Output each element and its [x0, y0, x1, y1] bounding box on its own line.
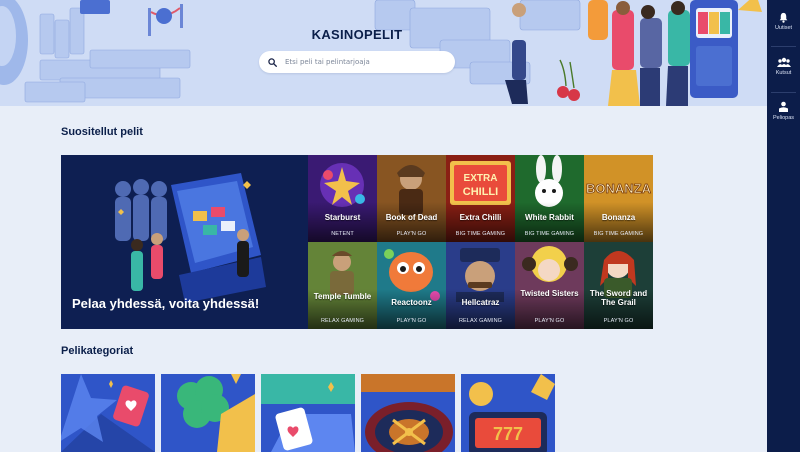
game-tile-book-of-dead[interactable]: Book of Dead PLAY'N GO [377, 155, 446, 242]
game-name: Reactoonz [391, 298, 432, 307]
game-provider: PLAY'N GO [534, 318, 565, 324]
game-tile-twisted-sisters[interactable]: Twisted Sisters PLAY'N GO [515, 242, 584, 329]
rail-label-news: Uutiset [774, 25, 793, 31]
svg-text:777: 777 [493, 424, 523, 444]
game-name: White Rabbit [525, 213, 574, 222]
game-name: Extra Chilli [459, 213, 502, 222]
game-name: Starburst [324, 213, 361, 222]
rail-divider [771, 46, 796, 47]
game-name: Book of Dead [385, 213, 438, 222]
game-provider: NETENT [331, 231, 354, 237]
cards-icon [261, 374, 355, 452]
category-tile[interactable] [61, 374, 155, 452]
game-name: Temple Tumble [313, 292, 372, 301]
svg-text:CHILLI: CHILLI [463, 186, 498, 198]
recommended-title: Suositellut pelit [61, 126, 143, 138]
game-tile-bonanza[interactable]: BONANZA Bonanza BIG TIME GAMING [584, 155, 653, 242]
guide-icon [779, 101, 788, 112]
search-bar[interactable] [259, 51, 455, 73]
game-provider: RELAX GAMING [320, 318, 365, 324]
group-icon [776, 57, 791, 67]
rail-label-guide: Peliopas [772, 115, 795, 121]
category-tile[interactable] [361, 374, 455, 452]
game-provider: BIG TIME GAMING [593, 231, 644, 237]
search-icon [268, 57, 277, 67]
game-tile-temple-tumble[interactable]: Temple Tumble RELAX GAMING [308, 242, 377, 329]
slot-777-icon: 777 [461, 374, 555, 452]
rail-label-invites: Kutsut [775, 70, 792, 76]
game-tile-reactoonz[interactable]: Reactoonz PLAY'N GO [377, 242, 446, 329]
game-name: Bonanza [601, 213, 636, 222]
roulette-icon [361, 374, 455, 452]
game-tile-sword-and-grail[interactable]: The Sword and The Grail PLAY'N GO [584, 242, 653, 329]
rail-divider [771, 92, 796, 93]
categories-title: Pelikategoriat [61, 345, 134, 357]
svg-text:BONANZA: BONANZA [586, 181, 652, 196]
game-provider: BIG TIME GAMING [524, 231, 575, 237]
category-tile[interactable] [161, 374, 255, 452]
category-tile[interactable]: 777 [461, 374, 555, 452]
clover-icon [161, 374, 255, 452]
game-tile-extra-chilli[interactable]: EXTRA CHILLI Extra Chilli BIG TIME GAMIN… [446, 155, 515, 242]
rail-item-invites[interactable]: Kutsut [767, 57, 800, 76]
game-provider: PLAY'N GO [603, 318, 634, 324]
game-provider: BIG TIME GAMING [455, 231, 506, 237]
game-grid: Starburst NETENT Book of Dead PLAY'N GO … [308, 155, 653, 329]
page-title: KASINOPELIT [311, 27, 403, 42]
game-tile-hellcatraz[interactable]: Hellcatraz RELAX GAMING [446, 242, 515, 329]
bell-icon [779, 12, 788, 23]
game-name: Hellcatraz [461, 298, 500, 307]
game-name: The Sword and The Grail [589, 289, 648, 307]
svg-text:EXTRA: EXTRA [464, 173, 498, 184]
game-name: Twisted Sisters [520, 289, 579, 298]
promo-text: Pelaa yhdessä, voita yhdessä! [72, 296, 260, 311]
heart-card-icon [61, 374, 155, 452]
rail-item-news[interactable]: Uutiset [767, 12, 800, 31]
hero-banner: KASINOPELIT [0, 0, 767, 106]
rail-item-guide[interactable]: Peliopas [767, 101, 800, 121]
game-tile-starburst[interactable]: Starburst NETENT [308, 155, 377, 242]
promo-banner[interactable]: Pelaa yhdessä, voita yhdessä! [61, 155, 308, 329]
search-input[interactable] [285, 58, 445, 66]
game-provider: RELAX GAMING [458, 318, 503, 324]
game-provider: PLAY'N GO [396, 231, 427, 237]
category-tile[interactable] [261, 374, 355, 452]
game-tile-white-rabbit[interactable]: White Rabbit BIG TIME GAMING [515, 155, 584, 242]
game-provider: PLAY'N GO [396, 318, 427, 324]
right-rail: Uutiset Kutsut Peliopas [767, 0, 800, 452]
